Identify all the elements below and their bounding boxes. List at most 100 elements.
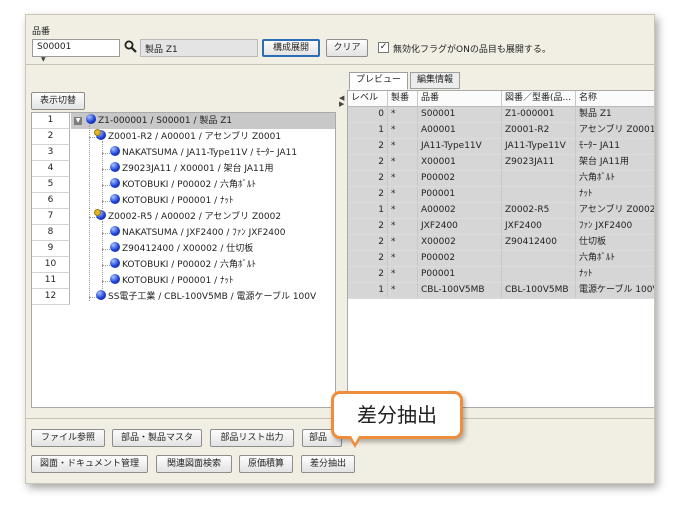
grid-cell: 架台 JA11用: [576, 155, 654, 171]
part-icon: [110, 162, 120, 172]
grid-cell: A00002: [418, 203, 502, 219]
part-icon: [96, 290, 106, 300]
preview-grid[interactable]: レベル 製番 品番 図番／型番(品... 名称 0 * S00001 Z1-000001 製品 Z…: [347, 90, 654, 408]
part-icon: [110, 242, 120, 252]
part-product-master-button[interactable]: 部品・製品マスタ: [112, 429, 202, 447]
grid-cell: *: [388, 171, 418, 187]
part-number-combo[interactable]: S00001 ▼: [32, 39, 120, 63]
grid-cell: *: [388, 187, 418, 203]
grid-cell: ﾅｯﾄ: [576, 187, 654, 203]
invalid-flag-checkbox[interactable]: ✓: [378, 42, 389, 53]
row-number: 12: [32, 289, 70, 305]
expand-structure-button[interactable]: 構成展開: [262, 39, 320, 57]
grid-cell: 製品 Z1: [576, 107, 654, 123]
grid-cell: 2: [348, 251, 388, 267]
grid-cell: [502, 187, 576, 203]
tree-row[interactable]: 10 KOTOBUKI / P00002 / 六角ﾎﾞﾙﾄ: [32, 257, 335, 273]
collapse-icon[interactable]: ▼: [74, 117, 82, 125]
part-number-value: S00001: [37, 42, 72, 52]
grid-cell: Z0002-R5: [502, 203, 576, 219]
assembly-icon: [86, 114, 96, 124]
tab-edit-info[interactable]: 編集情報: [410, 72, 461, 89]
tree-node-label: SS電子工業 / CBL-100V5MB / 電源ケーブル 100V: [108, 292, 317, 302]
grid-cell: 仕切板: [576, 235, 654, 251]
tree-node-label: Z0001-R2 / A00001 / アセンブリ Z0001: [108, 132, 282, 142]
part-number-label: 品番: [32, 27, 51, 37]
grid-cell: X00001: [418, 155, 502, 171]
grid-cell: Z1-000001: [502, 107, 576, 123]
callout-bubble: 差分抽出: [331, 391, 463, 439]
tree-node-label: Z90412400 / X00002 / 仕切板: [122, 244, 254, 254]
grid-cell: JXF2400: [502, 219, 576, 235]
grid-cell: 1: [348, 283, 388, 299]
file-reference-button[interactable]: ファイル参照: [31, 429, 105, 447]
toolbar-divider: [26, 64, 654, 65]
grid-cell: 六角ﾎﾞﾙﾄ: [576, 171, 654, 187]
drawing-document-management-button[interactable]: 図面・ドキュメント管理: [31, 455, 148, 473]
grid-cell: 電源ケーブル 100V: [576, 283, 654, 299]
row-number: 5: [32, 177, 70, 193]
grid-cell: ﾓｰﾀｰ JA11: [576, 139, 654, 155]
related-drawing-search-button[interactable]: 関連図面検索: [156, 455, 232, 473]
tree-node-label: Z1-000001 / S00001 / 製品 Z1: [98, 116, 233, 126]
tree-row[interactable]: 9 Z90412400 / X00002 / 仕切板: [32, 241, 335, 257]
cost-estimate-button[interactable]: 原価積算: [239, 455, 293, 473]
grid-cell: P00002: [418, 251, 502, 267]
tree-node-label: KOTOBUKI / P00002 / 六角ﾎﾞﾙﾄ: [122, 260, 256, 270]
grid-cell: *: [388, 139, 418, 155]
grid-cell: 2: [348, 139, 388, 155]
dropdown-caret-icon[interactable]: ▼: [41, 56, 46, 63]
tree-row[interactable]: 12 SS電子工業 / CBL-100V5MB / 電源ケーブル 100V: [32, 289, 335, 305]
grid-cell: *: [388, 267, 418, 283]
structure-tree[interactable]: 1 ▼ Z1-000001 / S00001 / 製品 Z1 2 Z0001-R…: [31, 112, 336, 408]
tree-node-label: KOTOBUKI / P00001 / ﾅｯﾄ: [122, 196, 234, 206]
part-icon: [110, 274, 120, 284]
grid-cell: *: [388, 203, 418, 219]
part-icon: [110, 226, 120, 236]
grid-cell: 0: [348, 107, 388, 123]
grid-header[interactable]: レベル: [348, 91, 388, 107]
tree-row[interactable]: 11 KOTOBUKI / P00001 / ﾅｯﾄ: [32, 273, 335, 289]
grid-cell: ﾅｯﾄ: [576, 267, 654, 283]
tree-row[interactable]: 6 KOTOBUKI / P00001 / ﾅｯﾄ: [32, 193, 335, 209]
grid-cell: JXF2400: [418, 219, 502, 235]
part-list-output-button[interactable]: 部品リスト出力: [210, 429, 294, 447]
grid-header[interactable]: 品番: [418, 91, 502, 107]
assembly-icon: [94, 209, 106, 220]
grid-header[interactable]: 製番: [388, 91, 418, 107]
part-name-field[interactable]: 製品 Z1: [140, 39, 258, 57]
grid-header[interactable]: 名称: [576, 91, 654, 107]
tab-preview[interactable]: プレビュー: [349, 72, 409, 90]
tree-row[interactable]: 3 NAKATSUMA / JA11-Type11V / ﾓｰﾀｰ JA11: [32, 145, 335, 161]
tree-row[interactable]: 7 Z0002-R5 / A00002 / アセンブリ Z0002: [32, 209, 335, 225]
panel-splitter[interactable]: ◀ ▶: [339, 95, 344, 415]
callout-tail-inner: [351, 436, 359, 443]
grid-cell: *: [388, 107, 418, 123]
tree-node-label: NAKATSUMA / JA11-Type11V / ﾓｰﾀｰ JA11: [122, 148, 298, 158]
row-number: 7: [32, 209, 70, 225]
grid-cell: JA11-Type11V: [418, 139, 502, 155]
grid-header[interactable]: 図番／型番(品...: [502, 91, 576, 107]
tree-row[interactable]: 2 Z0001-R2 / A00001 / アセンブリ Z0001: [32, 129, 335, 145]
tree-row[interactable]: 1 ▼ Z1-000001 / S00001 / 製品 Z1: [32, 113, 335, 129]
collapse-left-arrow-icon[interactable]: ◀ ▶: [339, 95, 344, 108]
display-toggle-button[interactable]: 表示切替: [31, 92, 85, 110]
grid-cell: Z9023JA11: [502, 155, 576, 171]
grid-cell: 1: [348, 123, 388, 139]
grid-cell: *: [388, 235, 418, 251]
tree-row[interactable]: 8 NAKATSUMA / JXF2400 / ﾌｧﾝ JXF2400: [32, 225, 335, 241]
clear-button[interactable]: クリア: [326, 39, 368, 57]
part-icon: [110, 258, 120, 268]
diff-extract-button[interactable]: 差分抽出: [301, 455, 355, 473]
invalid-flag-label: 無効化フラグがONの品目も展開する。: [393, 45, 551, 55]
tree-row[interactable]: 4 Z9023JA11 / X00001 / 架台 JA11用: [32, 161, 335, 177]
grid-cell: [502, 267, 576, 283]
grid-cell: CBL-100V5MB: [418, 283, 502, 299]
search-icon[interactable]: [124, 40, 137, 57]
row-number: 4: [32, 161, 70, 177]
grid-cell: [502, 171, 576, 187]
grid-cell: *: [388, 283, 418, 299]
grid-cell: CBL-100V5MB: [502, 283, 576, 299]
tree-row[interactable]: 5 KOTOBUKI / P00002 / 六角ﾎﾞﾙﾄ: [32, 177, 335, 193]
grid-cell: Z90412400: [502, 235, 576, 251]
